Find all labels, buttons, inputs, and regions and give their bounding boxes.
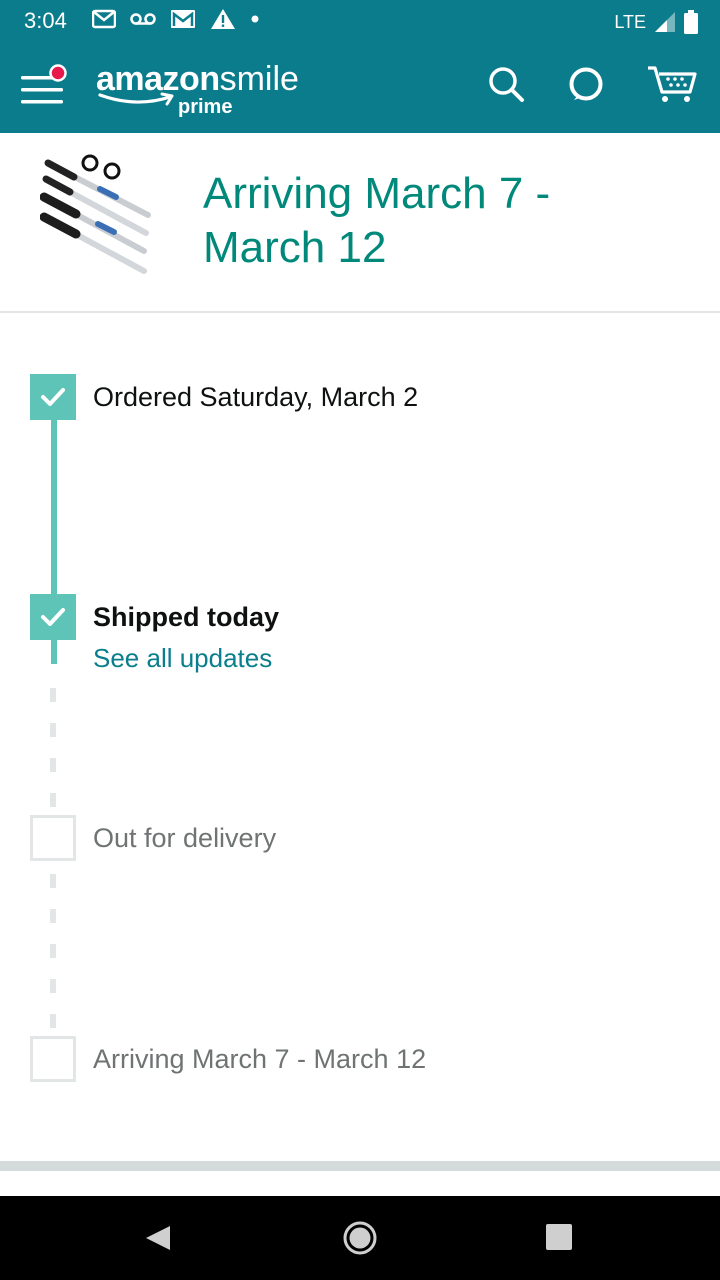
- warning-icon: [210, 8, 236, 30]
- system-icons: LTE: [614, 10, 698, 34]
- step-label: Arriving March 7 - March 12: [93, 1044, 427, 1074]
- section-divider: [0, 1161, 720, 1171]
- alexa-icon[interactable]: [566, 64, 606, 104]
- battery-icon: [684, 10, 698, 34]
- search-icon[interactable]: [486, 64, 526, 104]
- timeline-step-shipped: Shipped today: [30, 594, 279, 640]
- product-image[interactable]: [39, 153, 155, 283]
- app-bar-actions: [486, 64, 700, 104]
- status-bar: 3:04 LTE: [0, 0, 720, 44]
- system-nav-bar: [0, 1196, 720, 1280]
- step-complete-checkbox: [30, 374, 76, 420]
- timeline-step-out-for-delivery: Out for delivery: [30, 815, 276, 861]
- timeline-step-ordered: Ordered Saturday, March 2: [30, 374, 418, 420]
- arrival-title: Arriving March 7 - March 12: [203, 169, 551, 272]
- status-time: 3:04: [24, 8, 67, 33]
- timeline-pending-dash: [50, 874, 56, 888]
- see-all-updates-link[interactable]: See all updates: [93, 643, 272, 674]
- step-pending-checkbox: [30, 815, 76, 861]
- step-pending-checkbox: [30, 1036, 76, 1082]
- step-label: Shipped today: [93, 602, 280, 632]
- timeline-pending-dash: [50, 909, 56, 923]
- menu-icon[interactable]: [18, 64, 68, 114]
- timeline-progress-line-end: [51, 638, 57, 664]
- back-icon[interactable]: [142, 1222, 174, 1254]
- timeline-step-arriving: Arriving March 7 - March 12: [30, 1036, 426, 1082]
- cart-icon[interactable]: [646, 64, 700, 104]
- amazonsmile-logo[interactable]: amazonsmile prime: [96, 60, 299, 118]
- home-icon[interactable]: [342, 1220, 378, 1256]
- timeline-pending-dash: [50, 944, 56, 958]
- smile-arrow-icon: [98, 92, 174, 106]
- network-type: LTE: [614, 11, 646, 32]
- notification-icons: [92, 8, 260, 30]
- timeline-pending-dash: [50, 1014, 56, 1028]
- shipment-header: Arriving March 7 - March 12: [0, 133, 720, 313]
- timeline-pending-dash: [50, 979, 56, 993]
- gmail-icon: [92, 9, 116, 29]
- voicemail-icon: [130, 11, 156, 27]
- logo-suffix-text: smile: [219, 60, 299, 98]
- step-label: Ordered Saturday, March 2: [93, 382, 419, 412]
- checkmark-icon: [41, 608, 65, 626]
- logo-prime-text: prime: [178, 96, 233, 118]
- more-dot-icon: [250, 14, 260, 24]
- timeline-progress-line: [51, 418, 57, 598]
- timeline-pending-dash: [50, 723, 56, 737]
- timeline-pending-dash: [50, 758, 56, 772]
- signal-icon: [654, 11, 676, 33]
- recents-icon[interactable]: [544, 1222, 574, 1252]
- step-label: Out for delivery: [93, 823, 277, 853]
- step-complete-checkbox: [30, 594, 76, 640]
- app-bar: amazonsmile prime: [0, 44, 720, 133]
- checkmark-icon: [41, 388, 65, 406]
- timeline-pending-dash: [50, 793, 56, 807]
- gmail-alt-icon: [170, 8, 196, 30]
- timeline-pending-dash: [50, 688, 56, 702]
